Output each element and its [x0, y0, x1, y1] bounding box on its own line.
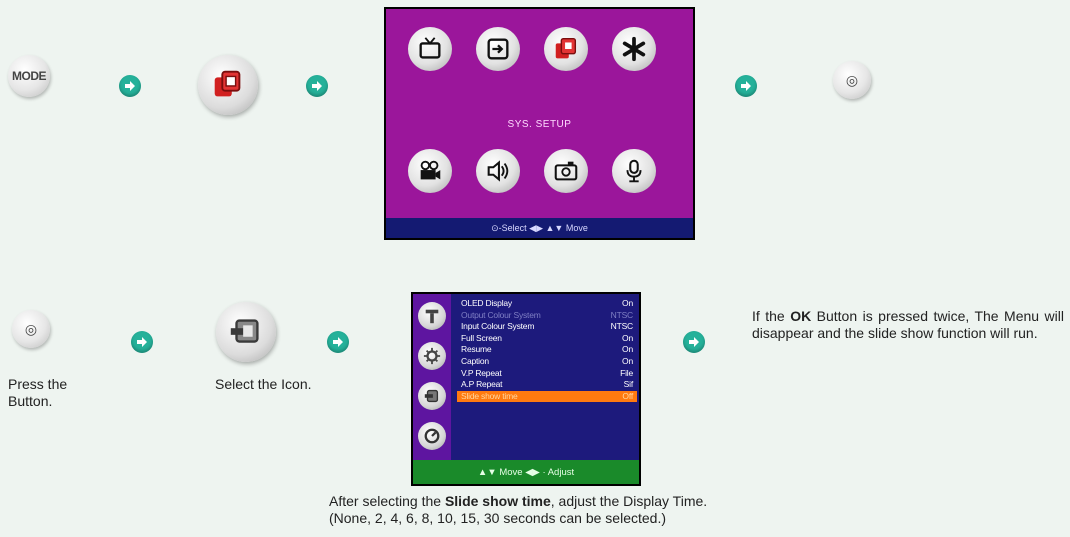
- arrow-right-icon: [119, 75, 141, 97]
- option-label: Full Screen: [461, 332, 502, 343]
- option-label: Output Colour System: [461, 309, 541, 320]
- camera-icon[interactable]: [544, 149, 588, 193]
- mode-button[interactable]: MODE: [8, 55, 50, 97]
- slideshow-instruction: If the OK Button is pressed twice, The M…: [752, 308, 1064, 342]
- ok-button[interactable]: ◎: [833, 61, 871, 99]
- option-value: Off: [622, 390, 633, 401]
- input-select-icon[interactable]: [216, 302, 276, 362]
- setup-sidebar: [413, 294, 451, 464]
- input-icon[interactable]: [418, 382, 446, 410]
- option-value: File: [620, 367, 633, 378]
- arrow-right-icon: [735, 75, 757, 97]
- option-value: NTSC: [610, 309, 634, 320]
- arrow-right-icon: [683, 331, 705, 353]
- setup-option-row[interactable]: Resume On: [457, 344, 637, 356]
- setup-option-row[interactable]: V.P Repeat File: [457, 368, 637, 380]
- option-label: A.P Repeat: [461, 379, 503, 390]
- option-value: On: [622, 298, 633, 308]
- menu-title: SYS. SETUP: [507, 119, 572, 130]
- instruction-line-1: After selecting the Slide show time, adj…: [329, 493, 889, 510]
- setup-options-list: OLED Display On Output Colour System NTSC …: [457, 298, 637, 403]
- ok-button-label: ◎: [845, 71, 859, 88]
- option-label: Slide show time: [461, 390, 518, 401]
- tv-icon[interactable]: [408, 27, 452, 71]
- setup-option-row[interactable]: Full Screen On: [457, 333, 637, 345]
- setup-option-row[interactable]: OLED Display On: [457, 298, 637, 310]
- sys-setup-icon[interactable]: [544, 27, 588, 71]
- input-icon[interactable]: [476, 27, 520, 71]
- option-value: On: [622, 344, 633, 355]
- setup-option-row: Output Colour System NTSC: [457, 310, 637, 322]
- mode-button-label: MODE: [12, 69, 47, 83]
- option-label: V.P Repeat: [461, 367, 502, 378]
- setup-footer: ▲▼ Move ◀▶ · Adjust: [413, 460, 639, 484]
- arrow-right-icon: [131, 331, 153, 353]
- setup-menu-screen: OLED Display On Output Colour System NTSC …: [411, 292, 641, 486]
- star-icon[interactable]: [612, 27, 656, 71]
- line1-prefix: After selecting the: [329, 493, 445, 509]
- gear-icon[interactable]: [418, 342, 446, 370]
- option-value: Sif: [623, 379, 634, 390]
- setup-option-row-selected[interactable]: Slide show time Off: [457, 390, 637, 403]
- tool-icon[interactable]: [418, 302, 446, 330]
- sys-setup-icon[interactable]: [198, 55, 258, 115]
- select-icon-caption: Select the Icon.: [215, 376, 312, 392]
- option-label: Resume: [461, 344, 492, 355]
- setup-option-row[interactable]: Caption On: [457, 356, 637, 368]
- option-value: On: [622, 355, 633, 366]
- microphone-icon[interactable]: [612, 149, 656, 193]
- press-button-caption: Press the Button.: [8, 376, 68, 409]
- instruction-prefix: If the: [752, 308, 791, 324]
- slide-show-time-label: Slide show time: [444, 493, 551, 509]
- speaker-icon[interactable]: [476, 149, 520, 193]
- ok-label: OK: [790, 308, 812, 324]
- option-value: On: [622, 332, 633, 343]
- arrow-right-icon: [327, 331, 349, 353]
- ok-button-label: ◎: [24, 320, 38, 337]
- setup-option-row[interactable]: A.P Repeat Sif: [457, 379, 637, 391]
- ok-button[interactable]: ◎: [12, 310, 50, 348]
- option-label: OLED Display: [461, 298, 512, 308]
- arrow-right-icon: [306, 75, 328, 97]
- instruction-line-2: (None, 2, 4, 6, 8, 10, 15, 30 seconds ca…: [329, 510, 666, 526]
- line1-suffix: , adjust the Display Time.: [550, 493, 708, 509]
- option-label: Caption: [461, 355, 489, 366]
- clock-icon[interactable]: [418, 422, 446, 450]
- setup-option-row[interactable]: Input Colour System NTSC: [457, 321, 637, 333]
- menu-footer: ⊙-Select ◀▶ ▲▼ Move: [386, 218, 693, 238]
- option-value: NTSC: [610, 321, 634, 332]
- option-label: Input Colour System: [461, 321, 535, 332]
- main-menu-screen: SYS. SETUP ⊙-Select ◀▶ ▲▼ Move: [384, 7, 695, 240]
- video-camera-icon[interactable]: [408, 149, 452, 193]
- display-time-instruction: After selecting the Slide show time, adj…: [329, 493, 889, 527]
